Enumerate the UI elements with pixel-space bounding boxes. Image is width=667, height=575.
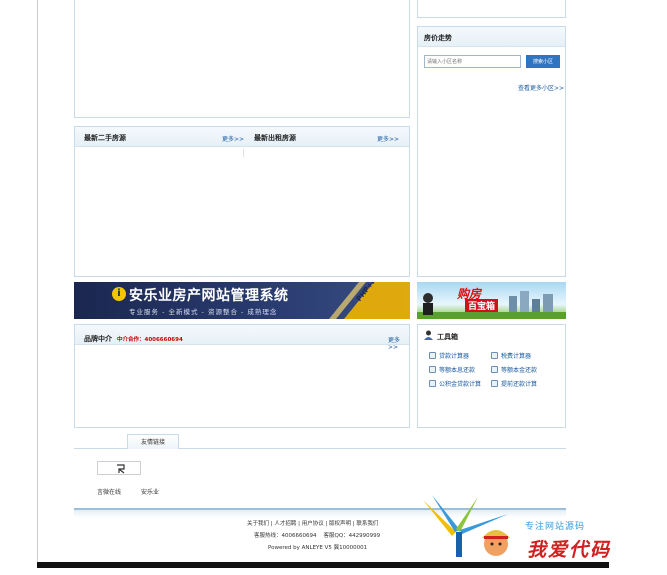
more-communities-link[interactable]: 查看更多小区>>: [518, 83, 564, 92]
tools-title: 工具箱: [437, 333, 458, 341]
friend-link-logo[interactable]: [97, 461, 141, 475]
watermark-slogan: 专注网站源码: [525, 522, 586, 532]
top-content-box: [74, 0, 410, 118]
scale-icon: [491, 366, 498, 373]
second-hand-title: 最新二手房源: [84, 134, 126, 142]
watermark-brand: 我爱代码: [527, 539, 612, 561]
calculator-icon: [491, 352, 498, 359]
footer-powered: Powered by ANLEYE V5 冀10000001: [268, 545, 368, 551]
friend-link-item[interactable]: 言微在线: [97, 487, 121, 496]
second-hand-more-link[interactable]: 更多>>: [222, 134, 244, 143]
tools-user-icon: [424, 330, 433, 340]
search-community-button[interactable]: 搜索小区: [526, 55, 560, 68]
agency-title: 品牌中介: [84, 335, 112, 343]
side-banner[interactable]: 购房 百宝箱: [417, 282, 566, 319]
calculator-icon: [429, 352, 436, 359]
document-icon: [491, 380, 498, 387]
equal-principal-link[interactable]: 等额本金还款: [491, 365, 537, 374]
logo-icon: [117, 464, 125, 474]
equal-principal-interest-link[interactable]: 等额本息还款: [429, 365, 475, 374]
community-search-input[interactable]: [424, 55, 521, 68]
listings-box: 最新二手房源 更多>> 最新出租房源 更多>>: [74, 126, 410, 277]
side-banner-line2: 百宝箱: [465, 299, 499, 312]
left-page-rule: [37, 0, 38, 562]
tools-box: 工具箱 贷款计算器 税费计算器 等额本息还款 等额本金还款 公积金贷款计算 提前…: [417, 324, 566, 428]
friend-links-tab[interactable]: 友情链接: [127, 434, 179, 449]
banner-subtitle: 专业服务 - 全新模式 - 资源整合 - 成熟理念: [129, 308, 278, 316]
listings-divider: [243, 149, 244, 157]
bottom-bar: [37, 562, 609, 568]
watermark-logo: [423, 495, 510, 557]
document-icon: [429, 380, 436, 387]
rental-more-link[interactable]: 更多>>: [377, 134, 399, 143]
agency-box: 品牌中介 中介合作：4006660694 更多>>: [74, 324, 410, 428]
price-trend-box: 房价走势 搜索小区 查看更多小区>>: [417, 26, 566, 277]
price-trend-title: 房价走势: [424, 34, 452, 42]
top-right-box: [417, 0, 566, 18]
loan-calculator-link[interactable]: 贷款计算器: [429, 351, 469, 360]
agency-more-link[interactable]: 更多>>: [388, 335, 409, 351]
friend-link-item[interactable]: 安乐业: [141, 487, 159, 496]
rental-title: 最新出租房源: [254, 134, 296, 142]
fund-loan-calculator-link[interactable]: 公积金贷款计算: [429, 379, 481, 388]
prepayment-calculator-link[interactable]: 提前还款计算: [491, 379, 537, 388]
banner-info-icon: i: [112, 287, 126, 301]
footer-contact: 客服热线：4006660694 客服QQ：442990999: [254, 533, 381, 539]
banner-title: 安乐业房产网站管理系统: [129, 288, 289, 304]
agency-join-text: 中介合作：4006660694: [117, 337, 183, 343]
tax-calculator-link[interactable]: 税费计算器: [491, 351, 531, 360]
scale-icon: [429, 366, 436, 373]
main-banner[interactable]: i 安乐业房产网站管理系统 专业服务 - 全新模式 - 资源整合 - 成熟理念 …: [74, 282, 410, 319]
footer-links[interactable]: 关于我们 | 人才招聘 | 用户协议 | 版权声明 | 联系我们: [247, 519, 378, 527]
